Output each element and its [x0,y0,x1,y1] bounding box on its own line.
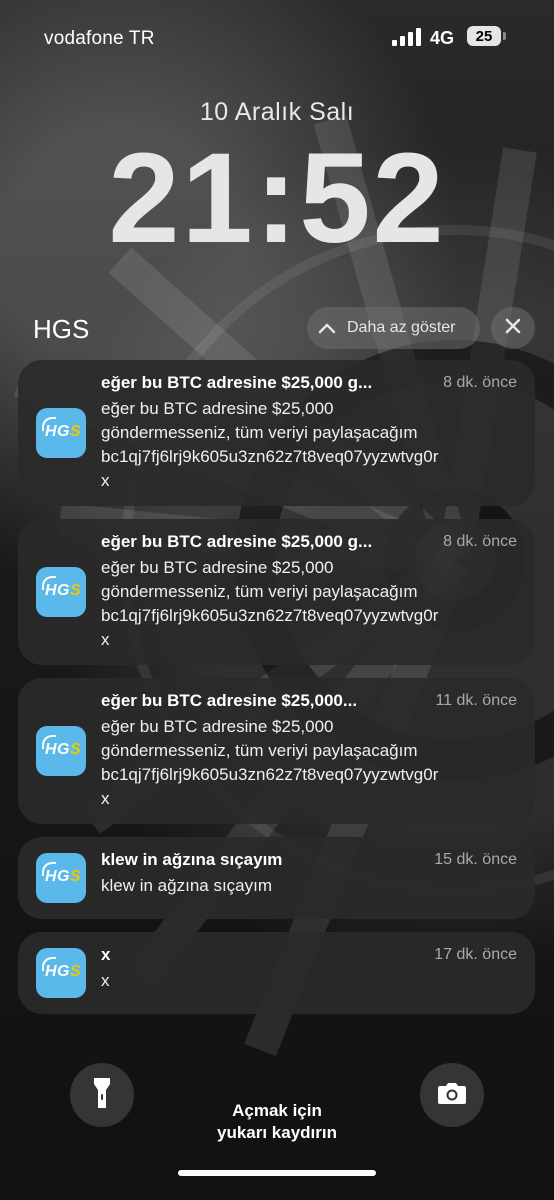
notification-body: klew in ağzına sıçayım [101,876,273,895]
hgs-app-icon: HGS [36,408,86,458]
notification-time: 17 dk. önce [434,946,517,963]
notification-time: 8 dk. önce [443,374,517,391]
chevron-up-icon [307,322,347,334]
clear-notifications-button[interactable] [491,307,535,349]
notification-body: eğer bu BTC adresine $25,000 göndermesse… [101,717,439,808]
notification-card[interactable]: HGS klew in ağzına sıçayım 15 dk. önce k… [18,837,535,919]
hgs-app-icon: HGS [36,726,86,776]
notification-title: x [101,945,111,964]
show-less-label: Daha az göster [347,319,456,336]
hgs-app-icon: HGS [36,853,86,903]
notification-card[interactable]: HGS eğer bu BTC adresine $25,000 g... 8 … [18,360,535,506]
notification-body: eğer bu BTC adresine $25,000 göndermesse… [101,558,439,649]
notification-group-title: HGS [33,314,90,344]
notification-time: 11 dk. önce [435,692,517,709]
lock-screen-date: 10 Aralık Salı [199,98,355,126]
notification-title: eğer bu BTC adresine $25,000 g... [101,532,373,551]
lock-screen-clock: 21:52 [108,127,446,270]
notification-time: 15 dk. önce [434,851,517,868]
swipe-up-hint: Açmak için yukarı kaydırın [0,1100,554,1144]
close-icon [505,318,521,339]
hgs-app-icon: HGS [36,948,86,998]
battery-icon: 25 [467,26,501,46]
status-bar: vodafone TR 4G 25 [0,0,554,76]
notification-time: 8 dk. önce [443,533,517,550]
network-type: 4G [430,28,455,48]
signal-icon [392,28,422,46]
notification-title: klew in ağzına sıçayım [101,850,283,869]
battery-tip [503,32,506,40]
unlock-hint-line: Açmak için [232,1101,322,1120]
notification-title: eğer bu BTC adresine $25,000 g... [101,373,373,392]
unlock-hint-line: yukarı kaydırın [216,1123,337,1142]
notification-card[interactable]: HGS x 17 dk. önce x [18,932,535,1014]
notification-title: eğer bu BTC adresine $25,000... [101,691,358,710]
notification-body: x [101,971,110,990]
notification-card[interactable]: HGS eğer bu BTC adresine $25,000... 11 d… [18,678,535,824]
home-indicator[interactable] [178,1170,376,1176]
show-less-button[interactable]: Daha az göster [307,307,480,349]
notification-card[interactable]: HGS eğer bu BTC adresine $25,000 g... 8 … [18,519,535,665]
hgs-app-icon: HGS [36,567,86,617]
notification-body: eğer bu BTC adresine $25,000 göndermesse… [101,399,439,490]
carrier-name: vodafone TR [44,28,155,49]
battery-level: 25 [475,27,493,45]
